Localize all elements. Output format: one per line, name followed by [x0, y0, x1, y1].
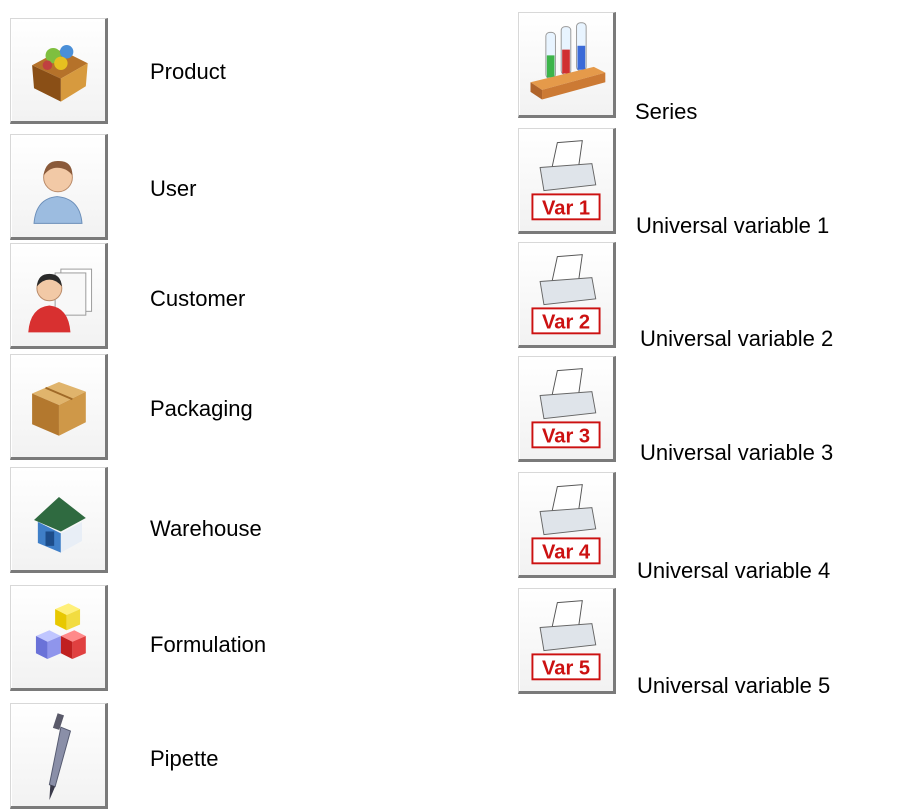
universal-variable-2-label: Universal variable 2 [640, 326, 834, 351]
warehouse-label: Warehouse [150, 516, 262, 541]
universal-variable-2-button[interactable]: Var 2 [518, 242, 616, 348]
packaging-button[interactable] [10, 354, 108, 460]
universal-variable-3-label: Universal variable 3 [640, 440, 834, 465]
pipette-label: Pipette [150, 746, 219, 771]
product-box-icon [32, 45, 88, 102]
printer-var-icon: Var 4 [531, 484, 601, 565]
universal-variable-4-label: Universal variable 4 [637, 558, 831, 583]
warehouse-button[interactable] [10, 467, 108, 573]
series-button[interactable] [518, 12, 616, 118]
packaging-label: Packaging [150, 396, 253, 421]
printer-var-icon: Var 3 [531, 368, 601, 449]
var-badge: Var 4 [542, 542, 591, 564]
user-label: User [150, 176, 197, 201]
var-badge: Var 1 [542, 198, 590, 220]
user-button[interactable] [10, 134, 108, 240]
formulation-button[interactable] [10, 585, 108, 691]
printer-var-icon: Var 2 [531, 254, 601, 335]
formulation-blocks-icon [35, 603, 86, 660]
customer-icon [28, 268, 93, 333]
var-badge: Var 2 [542, 312, 590, 334]
series-test-tubes-icon [530, 22, 606, 100]
customer-label: Customer [150, 286, 246, 311]
package-box-icon [32, 382, 86, 436]
warehouse-house-icon [34, 496, 86, 553]
universal-variable-3-button[interactable]: Var 3 [518, 356, 616, 462]
var-badge: Var 3 [542, 426, 590, 448]
var-badge: Var 5 [542, 658, 590, 680]
universal-variable-4-button[interactable]: Var 4 [518, 472, 616, 578]
series-label: Series [635, 99, 698, 124]
universal-variable-1-button[interactable]: Var 1 [518, 128, 616, 234]
universal-variable-5-label: Universal variable 5 [637, 673, 831, 698]
printer-var-icon: Var 5 [531, 600, 601, 681]
universal-variable-1-label: Universal variable 1 [636, 213, 830, 238]
formulation-label: Formulation [150, 632, 267, 657]
universal-variable-5-button[interactable]: Var 5 [518, 588, 616, 694]
customer-button[interactable] [10, 243, 108, 349]
pipette-icon [48, 713, 72, 801]
printer-var-icon: Var 1 [531, 140, 601, 221]
product-label: Product [150, 59, 226, 84]
product-button[interactable] [10, 18, 108, 124]
pipette-button[interactable] [10, 703, 108, 809]
user-icon [33, 161, 83, 224]
